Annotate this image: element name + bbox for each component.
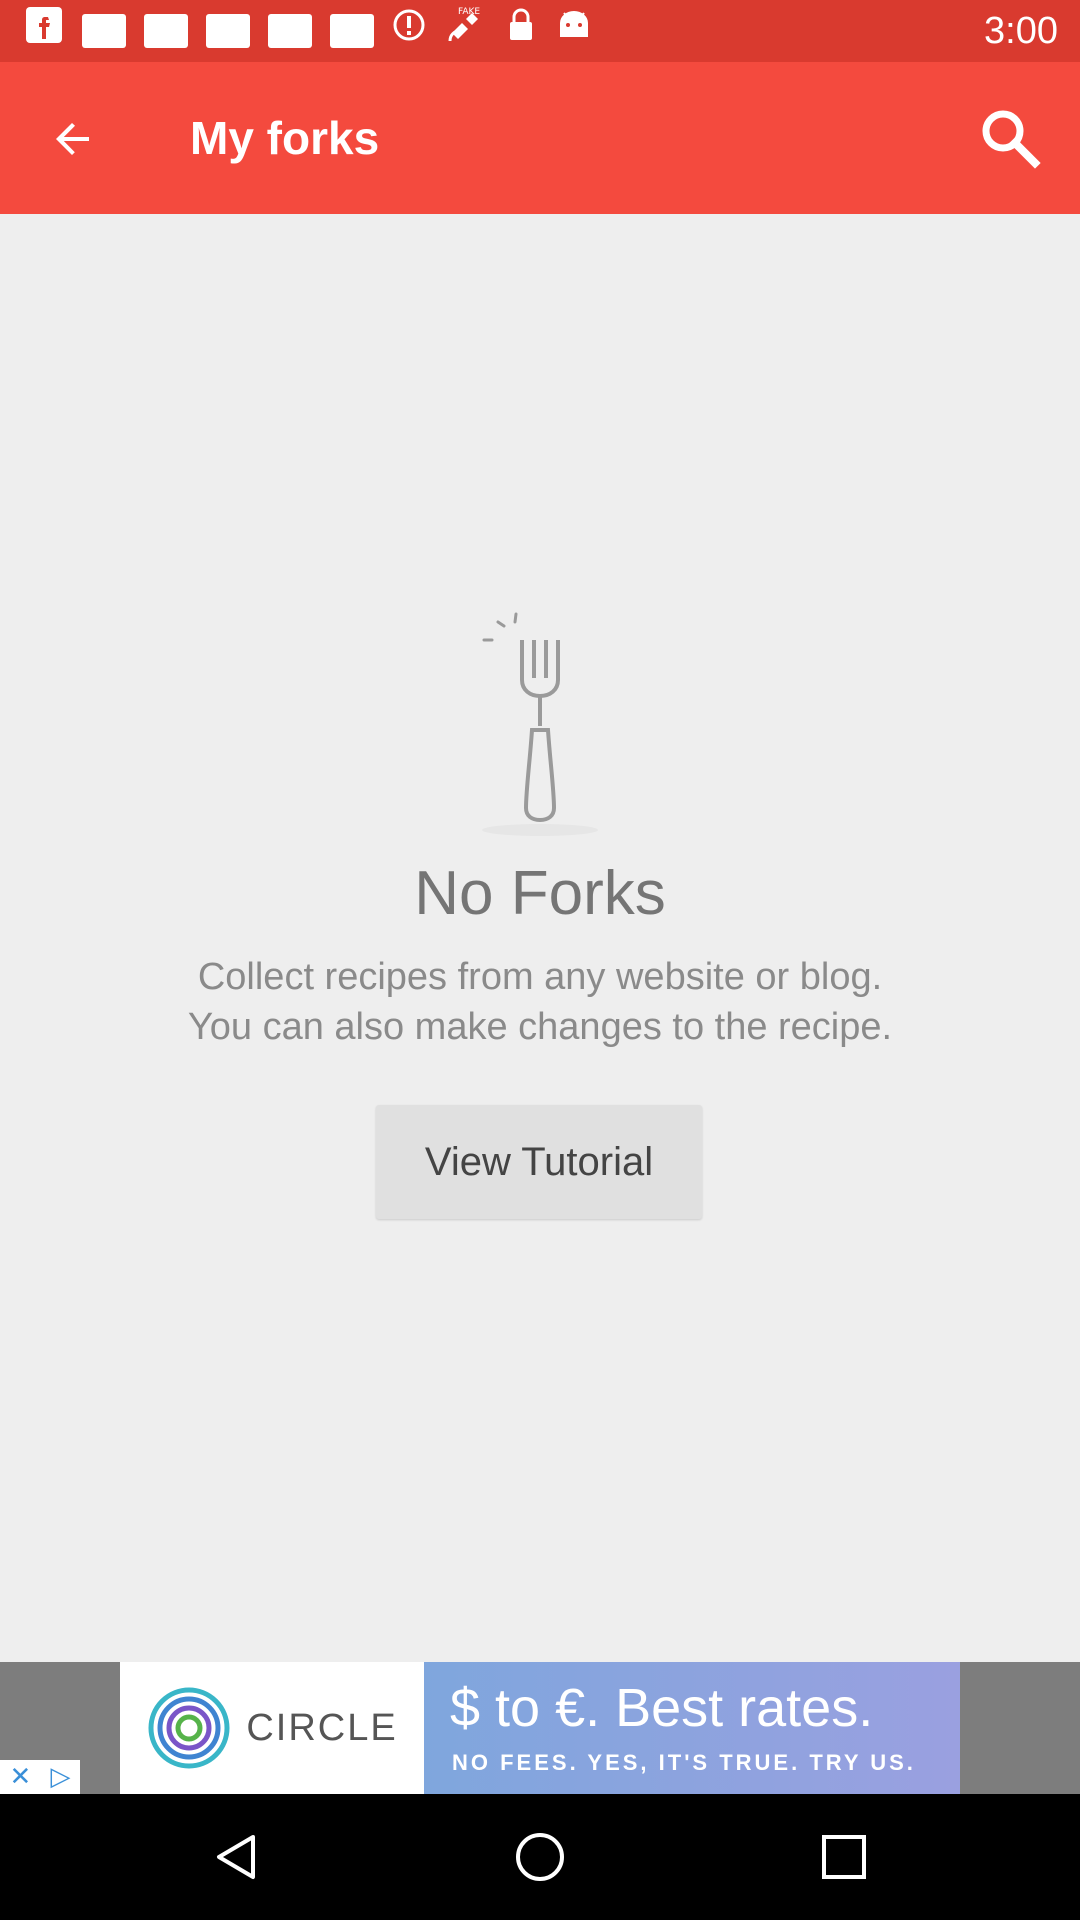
search-button[interactable] xyxy=(970,98,1050,178)
arrow-back-icon xyxy=(56,123,89,155)
android-icon xyxy=(554,7,594,55)
notification-square-icon xyxy=(206,14,250,48)
ad-headline: $ to €. Best rates. xyxy=(450,1678,874,1738)
ad-creative[interactable]: CIRCLE $ to €. Best rates. NO FEES. YES,… xyxy=(120,1662,960,1794)
lock-icon xyxy=(506,6,536,56)
notification-square-icon xyxy=(268,14,312,48)
empty-description-line-1: Collect recipes from any website or blog… xyxy=(197,956,883,998)
search-icon xyxy=(982,110,1041,169)
empty-state: No Forks Collect recipes from any websit… xyxy=(0,214,1080,1662)
notification-square-icon xyxy=(82,14,126,48)
app-bar: My forks xyxy=(0,62,1080,214)
empty-description: Collect recipes from any website or blog… xyxy=(0,952,1080,1052)
back-triangle-icon xyxy=(217,1835,255,1879)
notification-square-icon xyxy=(330,14,374,48)
ad-subline: NO FEES. YES, IT'S TRUE. TRY US. xyxy=(452,1750,916,1775)
close-icon[interactable]: ✕ xyxy=(10,1762,32,1792)
facebook-icon xyxy=(24,5,64,57)
nav-home-button[interactable] xyxy=(507,1824,573,1890)
notification-square-icon xyxy=(144,14,188,48)
ad-banner[interactable]: ✕ ▷ CIRCLE $ to €. Best rates. NO FEES. … xyxy=(0,1662,1080,1794)
circle-logo-icon xyxy=(148,1687,230,1769)
alert-icon xyxy=(392,8,426,54)
navigation-bar xyxy=(0,1794,1080,1920)
status-time: 3:00 xyxy=(984,10,1058,52)
status-bar: FAKE 3:00 xyxy=(0,0,1080,62)
fork-icon xyxy=(482,612,598,836)
ad-brand-name: CIRCLE xyxy=(246,1706,398,1749)
recents-square-icon xyxy=(822,1835,866,1879)
home-circle-icon xyxy=(516,1833,564,1881)
ad-brand: CIRCLE xyxy=(120,1662,424,1794)
status-icons: FAKE xyxy=(24,7,594,55)
fake-label: FAKE xyxy=(458,7,480,17)
view-tutorial-button[interactable]: View Tutorial xyxy=(376,1105,702,1219)
satellite-icon: FAKE xyxy=(444,3,488,59)
nav-recents-button[interactable] xyxy=(811,1824,877,1890)
back-button[interactable] xyxy=(36,102,110,176)
ad-controls[interactable]: ✕ ▷ xyxy=(0,1760,80,1794)
empty-title: No Forks xyxy=(414,859,666,928)
nav-back-button[interactable] xyxy=(204,1824,270,1890)
adchoices-icon[interactable]: ▷ xyxy=(50,1762,70,1792)
page-title: My forks xyxy=(190,112,380,164)
ad-copy: $ to €. Best rates. NO FEES. YES, IT'S T… xyxy=(424,1662,960,1794)
empty-description-line-2: You can also make changes to the recipe. xyxy=(187,1006,893,1048)
